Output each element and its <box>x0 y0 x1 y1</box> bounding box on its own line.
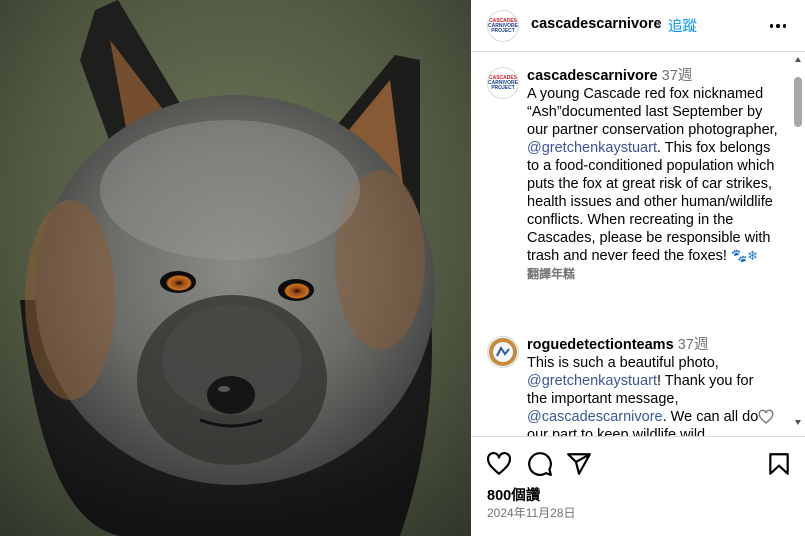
author-avatar[interactable]: CASCADES CARNIVORE PROJECT <box>487 10 519 42</box>
likes-count[interactable]: 800個讚 <box>487 484 540 505</box>
comments-scrollbar[interactable] <box>792 53 805 436</box>
bookmark-icon[interactable] <box>766 451 792 477</box>
post-actions: 800個讚 2024年11月28日 <box>471 436 805 536</box>
logo-line3: PROJECT <box>491 27 515 34</box>
caption-time[interactable]: 37週 <box>662 68 693 84</box>
caption-text-part1: A young Cascade red fox nicknamed “Ash”d… <box>527 86 778 138</box>
paw-prints-icon: 🐾 <box>730 248 748 263</box>
scroll-down-arrow-icon[interactable] <box>795 420 801 425</box>
comment-time[interactable]: 37週 <box>678 337 709 353</box>
comment-mention-1[interactable]: @gretchenkaystuart <box>527 373 657 389</box>
caption-text-part2: . This fox belongs to a food-conditioned… <box>527 140 775 264</box>
comment-username[interactable]: roguedetectionteams <box>527 337 674 353</box>
rogue-detection-logo-icon <box>489 338 517 366</box>
logo: CASCADES CARNIVORE PROJECT <box>488 75 518 91</box>
post-date[interactable]: 2024年11月28日 <box>487 504 576 521</box>
post-panel: CASCADES CARNIVORE PROJECT cascadescarni… <box>471 0 805 536</box>
snowflake-icon: ❄ <box>747 248 759 263</box>
follow-button[interactable]: 追蹤 <box>668 15 697 36</box>
share-icon[interactable] <box>566 451 592 477</box>
comment-text-part1: This is such a beautiful photo, <box>527 355 719 371</box>
caption-avatar[interactable]: CASCADES CARNIVORE PROJECT <box>487 67 519 99</box>
caption-mention[interactable]: @gretchenkaystuart <box>527 140 657 156</box>
author-username[interactable]: cascadescarnivore <box>531 16 662 32</box>
fox-photo <box>0 0 471 536</box>
logo: CASCADES CARNIVORE PROJECT <box>488 18 518 34</box>
post-photo <box>0 0 471 536</box>
separator-dot: • <box>656 15 661 31</box>
comment-like-heart-icon[interactable] <box>758 409 774 425</box>
heart-icon[interactable] <box>486 451 512 477</box>
post-header: CASCADES CARNIVORE PROJECT cascadescarni… <box>471 0 805 52</box>
logo-line3: PROJECT <box>491 84 515 91</box>
caption-username[interactable]: cascadescarnivore <box>527 68 658 84</box>
scroll-thumb[interactable] <box>794 77 802 127</box>
comment-icon[interactable] <box>527 451 553 477</box>
caption: cascadescarnivore 37週 A young Cascade re… <box>527 67 782 283</box>
comments-list[interactable]: CASCADES CARNIVORE PROJECT cascadescarni… <box>471 53 805 436</box>
commenter-avatar[interactable] <box>487 336 519 368</box>
comment-mention-2[interactable]: @cascadescarnivore <box>527 409 663 425</box>
comment-item: roguedetectionteams 37週 This is such a b… <box>527 336 767 436</box>
translate-link[interactable]: 翻譯年糕 <box>527 265 782 283</box>
scroll-up-arrow-icon[interactable] <box>795 57 801 62</box>
more-horizontal-icon[interactable] <box>766 14 790 38</box>
